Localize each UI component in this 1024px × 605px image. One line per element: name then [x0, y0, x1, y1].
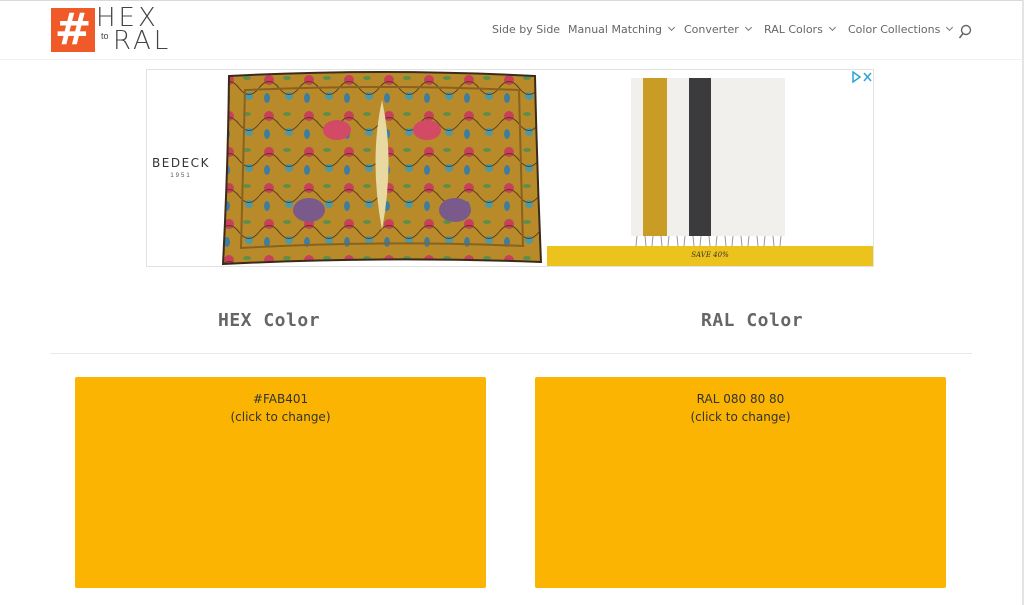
- hex-color-title: HEX Color: [218, 310, 321, 331]
- hex-value: #FAB401: [252, 392, 309, 406]
- nav-ral-colors[interactable]: RAL Colors: [764, 23, 836, 36]
- search-icon[interactable]: [958, 24, 972, 40]
- ad-throw-image: [631, 78, 785, 247]
- nav-label: Converter: [684, 23, 739, 36]
- ad-pillow-image: [221, 71, 543, 266]
- nav-label: RAL Colors: [764, 23, 823, 36]
- site-header: # HEX to RAL Side by Side Manual Matchin…: [0, 1, 1022, 59]
- site-logo[interactable]: # HEX to RAL: [51, 5, 168, 54]
- ral-color-swatch[interactable]: RAL 080 80 80 (click to change): [535, 377, 946, 588]
- chevron-down-icon: [668, 23, 676, 32]
- logo-to: to: [101, 31, 109, 41]
- nav-manual-matching[interactable]: Manual Matching: [568, 23, 676, 36]
- ral-color-title: RAL Color: [701, 310, 804, 331]
- ad-brand-year: 1951: [170, 173, 192, 179]
- chevron-down-icon: [744, 23, 752, 32]
- nav-label: Manual Matching: [568, 23, 663, 36]
- nav-converter[interactable]: Converter: [684, 23, 752, 36]
- hex-color-swatch[interactable]: #FAB401 (click to change): [75, 377, 486, 588]
- ad-offer-bar[interactable]: SAVE 40%: [547, 246, 873, 266]
- nav-side-by-side[interactable]: Side by Side: [492, 23, 560, 36]
- logo-ral: RAL: [113, 26, 172, 56]
- section-divider: [50, 353, 972, 354]
- nav-label: Color Collections: [848, 23, 941, 36]
- nav-color-collections[interactable]: Color Collections: [848, 23, 954, 36]
- ad-offer-text: SAVE 40%: [691, 251, 729, 259]
- ral-value: RAL 080 80 80: [696, 392, 785, 406]
- advertisement-banner[interactable]: BEDECK 1951 SAVE 40%: [146, 69, 874, 267]
- adchoices-icon[interactable]: [851, 71, 873, 83]
- logo-hash: #: [51, 8, 95, 52]
- chevron-down-icon: [946, 23, 954, 32]
- ral-change-hint: (click to change): [690, 410, 791, 424]
- nav-label: Side by Side: [492, 23, 561, 36]
- chevron-down-icon: [828, 23, 836, 32]
- ad-brand: BEDECK: [152, 156, 210, 170]
- hex-change-hint: (click to change): [230, 410, 331, 424]
